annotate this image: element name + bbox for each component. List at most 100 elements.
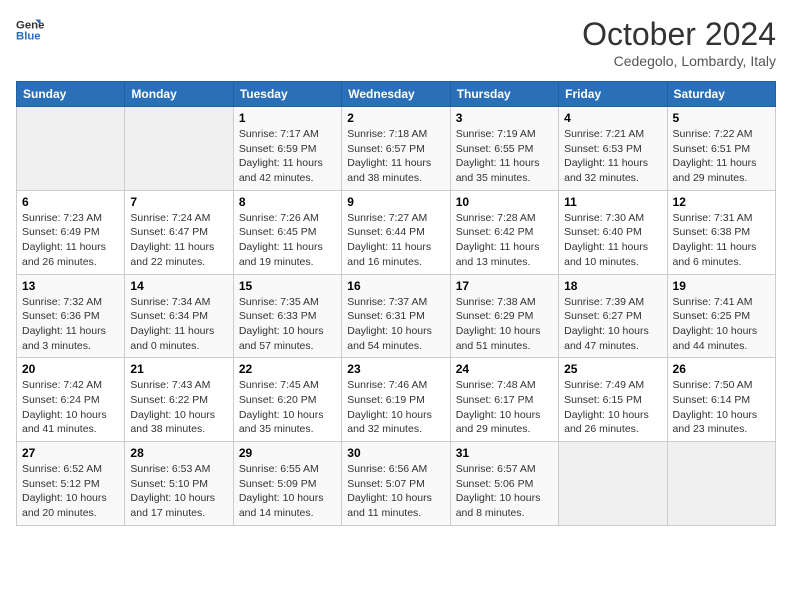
weekday-header-thursday: Thursday (450, 82, 558, 107)
day-number: 25 (564, 362, 661, 376)
day-number: 1 (239, 111, 336, 125)
calendar-week-5: 27 Sunrise: 6:52 AMSunset: 5:12 PMDayligh… (17, 442, 776, 526)
calendar-cell: 26Sunrise: 7:50 AMSunset: 6:14 PMDayligh… (667, 358, 775, 442)
calendar-cell (17, 107, 125, 191)
day-number: 28 (130, 446, 227, 460)
day-info: Sunrise: 7:45 AMSunset: 6:20 PMDaylight:… (239, 378, 336, 437)
weekday-header-tuesday: Tuesday (233, 82, 341, 107)
day-info: Sunrise: 7:34 AMSunset: 6:34 PMDaylight:… (130, 295, 227, 354)
day-number: 3 (456, 111, 553, 125)
calendar-cell (667, 442, 775, 526)
calendar-cell: 17 Sunrise: 7:38 AMSunset: 6:29 PMDayligh… (450, 274, 558, 358)
calendar-week-4: 20 Sunrise: 7:42 AMSunset: 6:24 PMDayligh… (17, 358, 776, 442)
day-info: Sunrise: 6:55 AMSunset: 5:09 PMDaylight:… (239, 462, 336, 521)
day-info: Sunrise: 7:32 AMSunset: 6:36 PMDaylight:… (22, 295, 119, 354)
weekday-header-saturday: Saturday (667, 82, 775, 107)
day-number: 16 (347, 279, 444, 293)
day-number: 26 (673, 362, 770, 376)
day-info: Sunrise: 7:41 AMSunset: 6:25 PMDaylight:… (673, 295, 770, 354)
day-info: Sunrise: 7:43 AMSunset: 6:22 PMDaylight:… (130, 378, 227, 437)
day-number: 6 (22, 195, 119, 209)
day-number: 15 (239, 279, 336, 293)
day-number: 11 (564, 195, 661, 209)
calendar-cell: 10 Sunrise: 7:28 AMSunset: 6:42 PMDayligh… (450, 190, 558, 274)
day-info: Sunrise: 6:57 AMSunset: 5:06 PMDaylight:… (456, 462, 553, 521)
day-number: 22 (239, 362, 336, 376)
calendar-cell: 20 Sunrise: 7:42 AMSunset: 6:24 PMDayligh… (17, 358, 125, 442)
calendar-cell: 12Sunrise: 7:31 AMSunset: 6:38 PMDayligh… (667, 190, 775, 274)
day-number: 14 (130, 279, 227, 293)
day-number: 9 (347, 195, 444, 209)
calendar-cell: 8 Sunrise: 7:26 AMSunset: 6:45 PMDaylight… (233, 190, 341, 274)
calendar-cell: 3 Sunrise: 7:19 AMSunset: 6:55 PMDaylight… (450, 107, 558, 191)
day-number: 17 (456, 279, 553, 293)
logo: General Blue (16, 16, 44, 44)
page-header: General Blue October 2024 Cedegolo, Lomb… (16, 16, 776, 69)
day-info: Sunrise: 7:27 AMSunset: 6:44 PMDaylight:… (347, 211, 444, 270)
weekday-header-friday: Friday (559, 82, 667, 107)
day-number: 13 (22, 279, 119, 293)
logo-icon: General Blue (16, 16, 44, 44)
day-info: Sunrise: 7:21 AMSunset: 6:53 PMDaylight:… (564, 127, 661, 186)
day-number: 4 (564, 111, 661, 125)
calendar-cell: 19 Sunrise: 7:41 AMSunset: 6:25 PMDayligh… (667, 274, 775, 358)
calendar-week-1: 1 Sunrise: 7:17 AMSunset: 6:59 PMDaylight… (17, 107, 776, 191)
calendar-cell: 16 Sunrise: 7:37 AMSunset: 6:31 PMDayligh… (342, 274, 450, 358)
day-number: 24 (456, 362, 553, 376)
weekday-header-wednesday: Wednesday (342, 82, 450, 107)
day-info: Sunrise: 7:18 AMSunset: 6:57 PMDaylight:… (347, 127, 444, 186)
title-block: October 2024 Cedegolo, Lombardy, Italy (582, 16, 776, 69)
day-number: 31 (456, 446, 553, 460)
day-info: Sunrise: 7:49 AMSunset: 6:15 PMDaylight:… (564, 378, 661, 437)
day-info: Sunrise: 7:24 AMSunset: 6:47 PMDaylight:… (130, 211, 227, 270)
calendar-table: SundayMondayTuesdayWednesdayThursdayFrid… (16, 81, 776, 526)
day-info: Sunrise: 7:23 AMSunset: 6:49 PMDaylight:… (22, 211, 119, 270)
day-info: Sunrise: 6:52 AMSunset: 5:12 PMDaylight:… (22, 462, 119, 521)
day-info: Sunrise: 7:22 AMSunset: 6:51 PMDaylight:… (673, 127, 770, 186)
calendar-cell: 23Sunrise: 7:46 AMSunset: 6:19 PMDayligh… (342, 358, 450, 442)
day-info: Sunrise: 7:42 AMSunset: 6:24 PMDaylight:… (22, 378, 119, 437)
month-title: October 2024 (582, 16, 776, 53)
calendar-cell: 5 Sunrise: 7:22 AMSunset: 6:51 PMDaylight… (667, 107, 775, 191)
svg-text:Blue: Blue (16, 31, 41, 43)
day-info: Sunrise: 7:38 AMSunset: 6:29 PMDaylight:… (456, 295, 553, 354)
day-info: Sunrise: 7:46 AMSunset: 6:19 PMDaylight:… (347, 378, 444, 437)
day-number: 5 (673, 111, 770, 125)
calendar-cell: 6 Sunrise: 7:23 AMSunset: 6:49 PMDaylight… (17, 190, 125, 274)
day-info: Sunrise: 7:37 AMSunset: 6:31 PMDaylight:… (347, 295, 444, 354)
calendar-cell: 14 Sunrise: 7:34 AMSunset: 6:34 PMDayligh… (125, 274, 233, 358)
day-info: Sunrise: 7:19 AMSunset: 6:55 PMDaylight:… (456, 127, 553, 186)
calendar-header-row: SundayMondayTuesdayWednesdayThursdayFrid… (17, 82, 776, 107)
day-number: 12 (673, 195, 770, 209)
calendar-cell: 2 Sunrise: 7:18 AMSunset: 6:57 PMDaylight… (342, 107, 450, 191)
day-info: Sunrise: 7:28 AMSunset: 6:42 PMDaylight:… (456, 211, 553, 270)
day-number: 29 (239, 446, 336, 460)
day-number: 27 (22, 446, 119, 460)
calendar-cell: 25 Sunrise: 7:49 AMSunset: 6:15 PMDayligh… (559, 358, 667, 442)
calendar-week-3: 13 Sunrise: 7:32 AMSunset: 6:36 PMDayligh… (17, 274, 776, 358)
weekday-header-monday: Monday (125, 82, 233, 107)
day-number: 20 (22, 362, 119, 376)
day-info: Sunrise: 7:48 AMSunset: 6:17 PMDaylight:… (456, 378, 553, 437)
day-number: 10 (456, 195, 553, 209)
calendar-cell: 24 Sunrise: 7:48 AMSunset: 6:17 PMDayligh… (450, 358, 558, 442)
calendar-cell: 30Sunrise: 6:56 AMSunset: 5:07 PMDayligh… (342, 442, 450, 526)
day-info: Sunrise: 7:39 AMSunset: 6:27 PMDaylight:… (564, 295, 661, 354)
day-info: Sunrise: 7:26 AMSunset: 6:45 PMDaylight:… (239, 211, 336, 270)
day-number: 2 (347, 111, 444, 125)
day-number: 19 (673, 279, 770, 293)
day-info: Sunrise: 6:53 AMSunset: 5:10 PMDaylight:… (130, 462, 227, 521)
calendar-cell (559, 442, 667, 526)
calendar-cell: 13 Sunrise: 7:32 AMSunset: 6:36 PMDayligh… (17, 274, 125, 358)
calendar-week-2: 6 Sunrise: 7:23 AMSunset: 6:49 PMDaylight… (17, 190, 776, 274)
day-number: 8 (239, 195, 336, 209)
calendar-cell (125, 107, 233, 191)
calendar-cell: 22 Sunrise: 7:45 AMSunset: 6:20 PMDayligh… (233, 358, 341, 442)
day-info: Sunrise: 6:56 AMSunset: 5:07 PMDaylight:… (347, 462, 444, 521)
calendar-cell: 4 Sunrise: 7:21 AMSunset: 6:53 PMDaylight… (559, 107, 667, 191)
calendar-cell: 9 Sunrise: 7:27 AMSunset: 6:44 PMDaylight… (342, 190, 450, 274)
calendar-cell: 11Sunrise: 7:30 AMSunset: 6:40 PMDayligh… (559, 190, 667, 274)
day-info: Sunrise: 7:17 AMSunset: 6:59 PMDaylight:… (239, 127, 336, 186)
location-subtitle: Cedegolo, Lombardy, Italy (582, 53, 776, 69)
calendar-cell: 28 Sunrise: 6:53 AMSunset: 5:10 PMDayligh… (125, 442, 233, 526)
